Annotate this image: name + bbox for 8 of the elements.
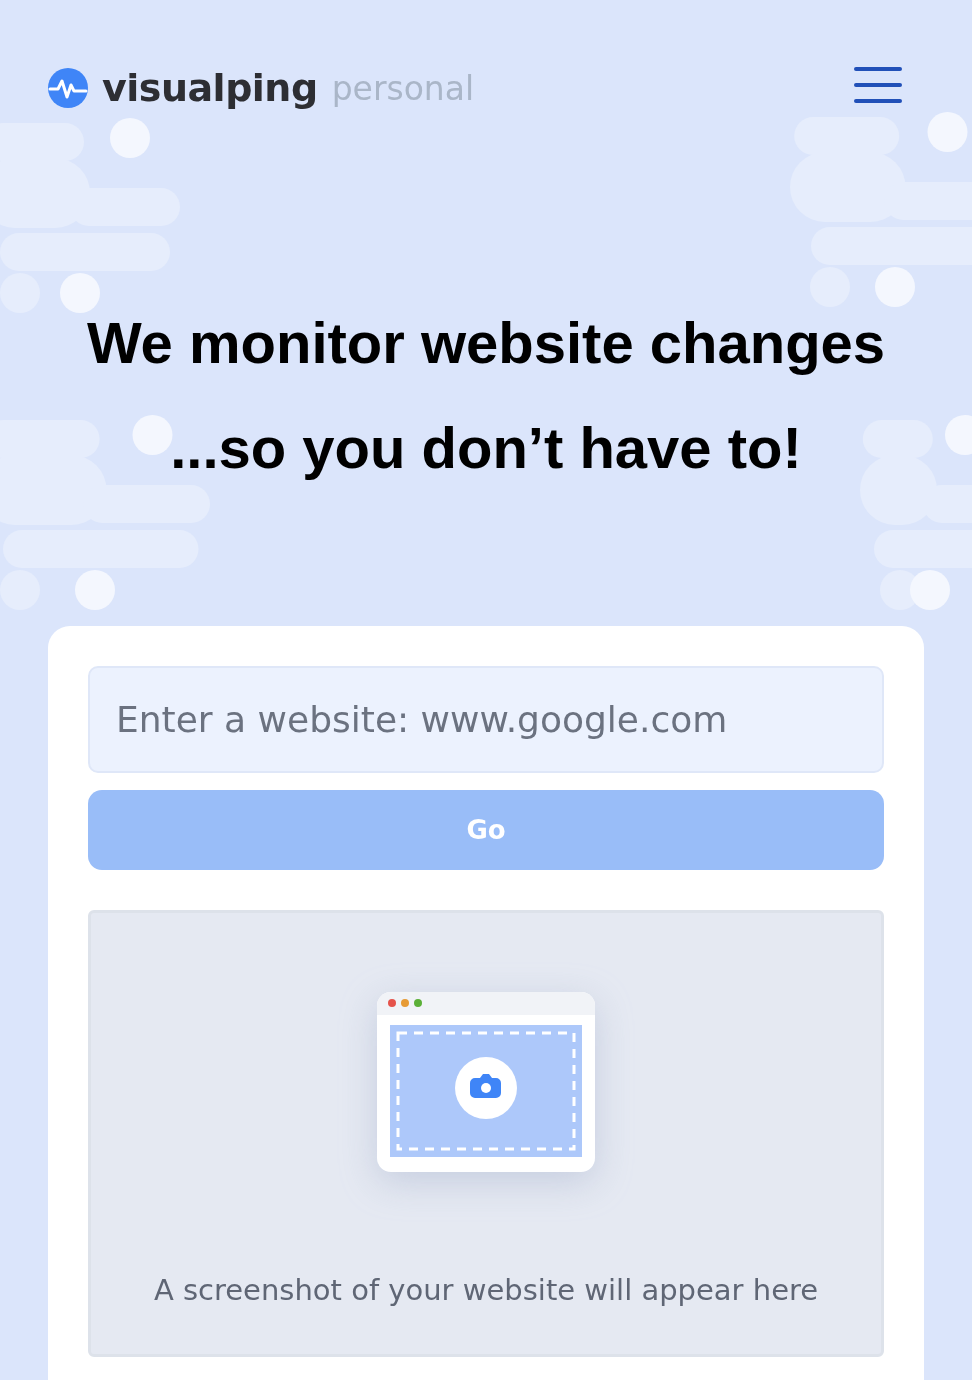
url-input-field[interactable]: Enter a website: www.google.com <box>88 666 884 773</box>
browser-screenshot-icon <box>376 991 596 1173</box>
headline: ...so you don’t have to! <box>170 414 802 482</box>
preview-caption: A screenshot of your website will appear here <box>153 1273 819 1307</box>
headline: We monitor website changes <box>86 309 886 377</box>
pulse-logo-icon <box>48 68 88 108</box>
brand-name[interactable]: visualping <box>102 66 318 110</box>
menu-icon[interactable] <box>854 66 902 104</box>
